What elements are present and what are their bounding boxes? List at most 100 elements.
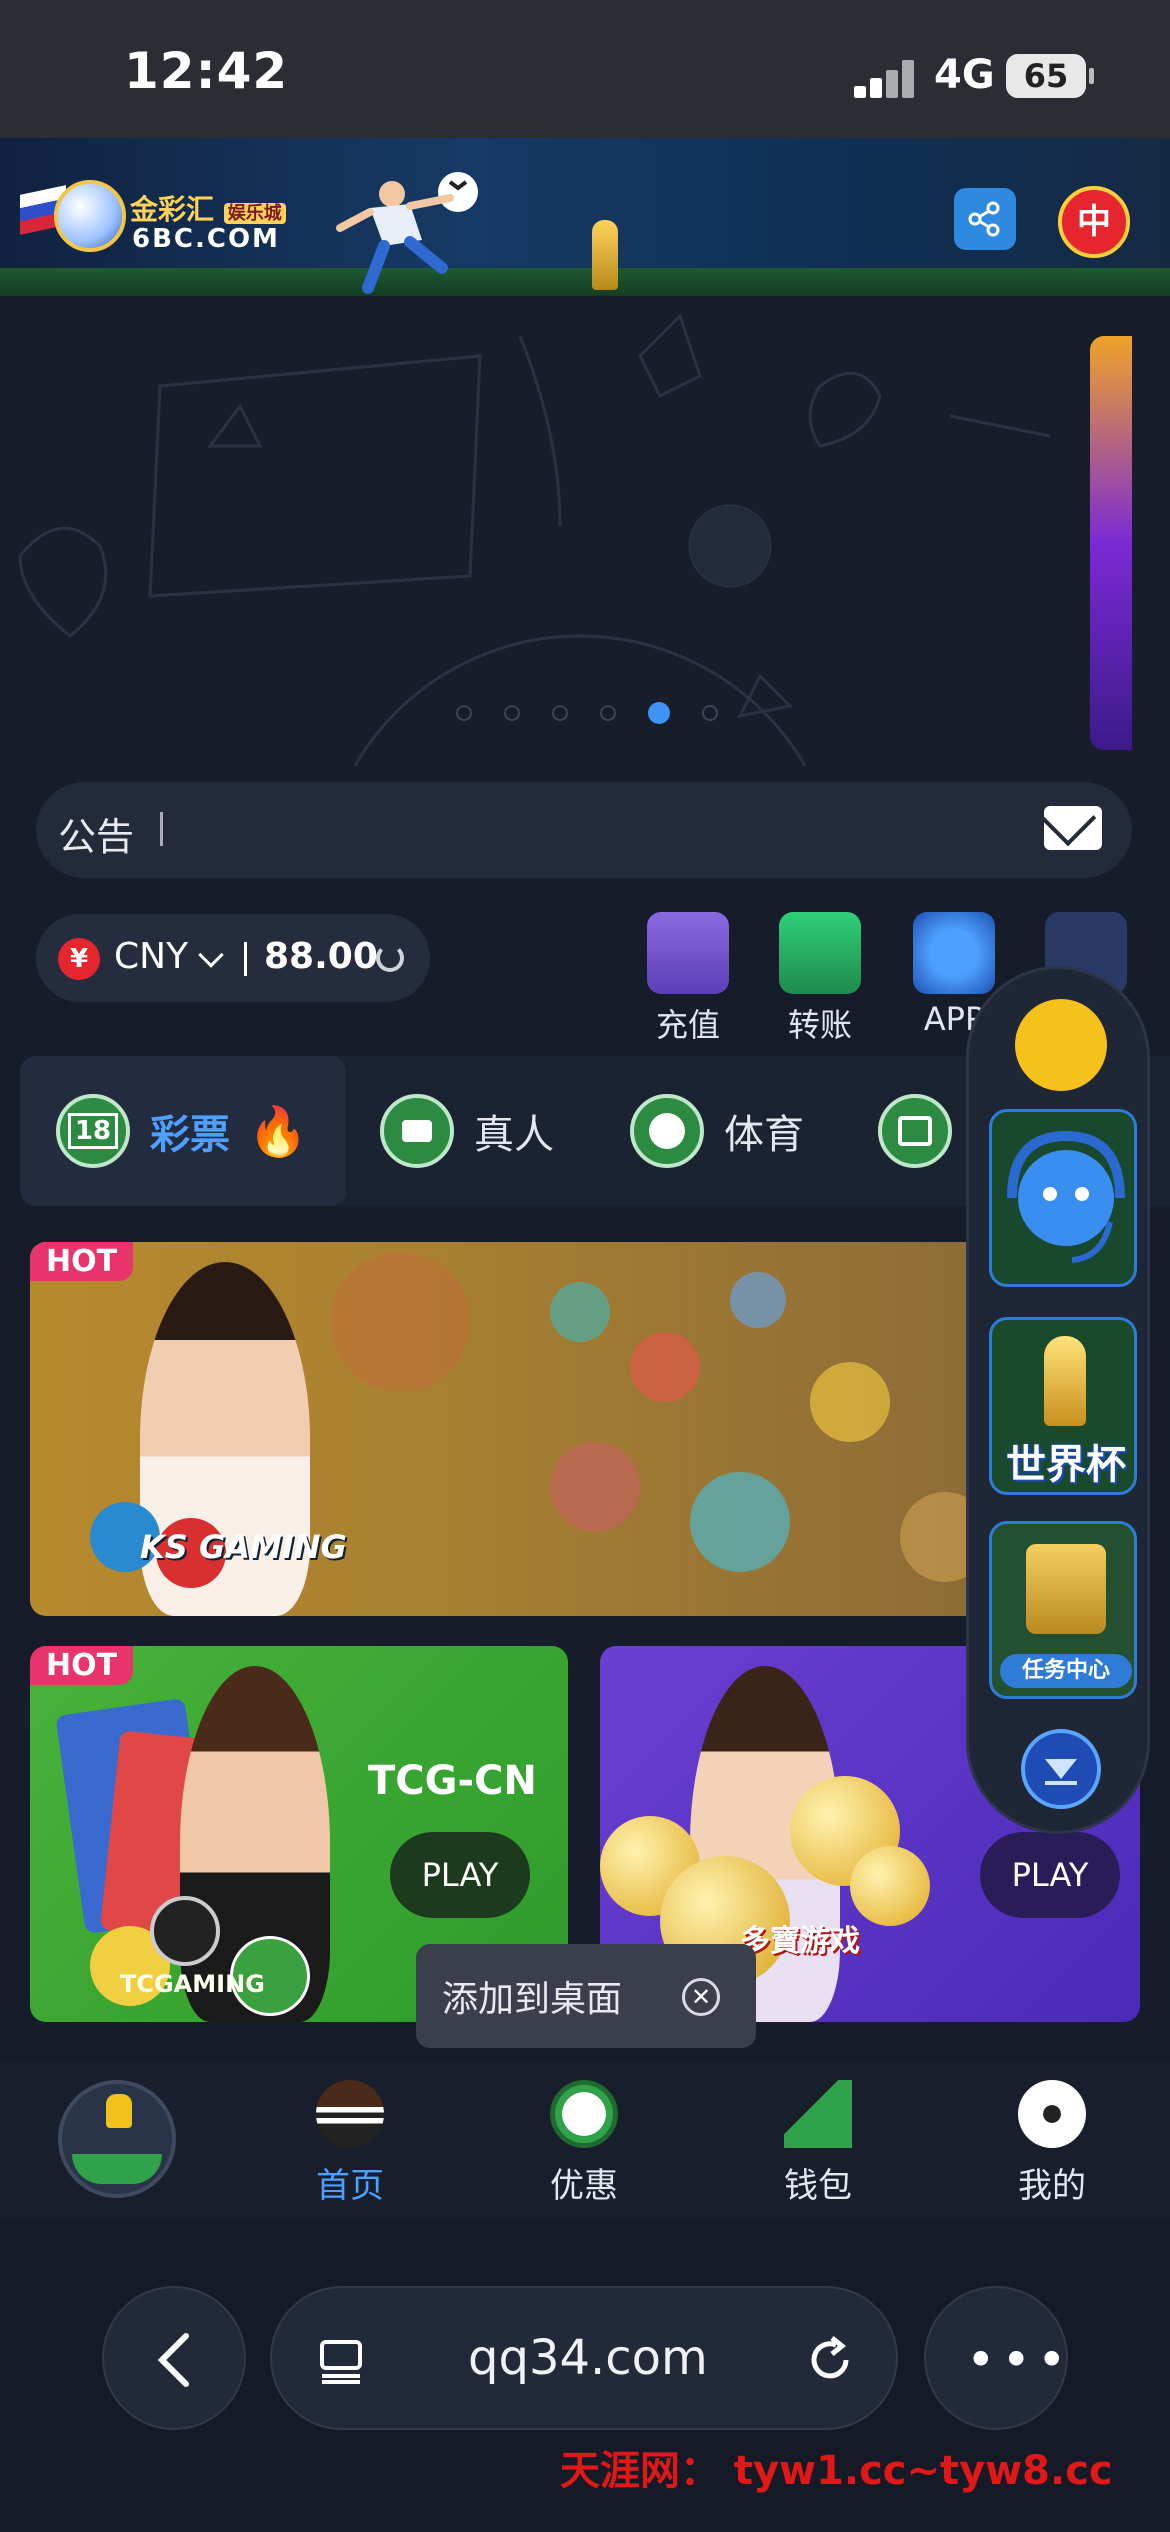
football-player-illustration <box>336 172 478 294</box>
sports-pattern-background <box>18 313 1051 766</box>
add-to-homescreen-toast[interactable]: 添加到桌面 ✕ <box>416 1944 756 2048</box>
hot-badge: HOT <box>30 1242 134 1281</box>
hot-badge: HOT <box>30 1646 134 1685</box>
yen-icon: ¥ <box>58 938 100 980</box>
referee-icon <box>316 2080 384 2148</box>
announcement-bar[interactable]: 公告 <box>36 782 1132 878</box>
logo-icon[interactable] <box>54 180 126 252</box>
carousel-dot[interactable] <box>702 705 718 721</box>
balance-pill[interactable]: ¥ CNY 88.00 <box>36 914 430 1002</box>
nav-label: 优惠 <box>550 2166 618 2206</box>
collapse-arrow-icon[interactable] <box>1021 1729 1101 1809</box>
logo-title: 金彩汇 娱乐城 <box>130 188 286 228</box>
app-screen: 12:42 4G 65 金彩汇 娱乐城 6BC.COM 中 公告 ¥ CNY 8… <box>0 0 1170 2532</box>
site-header: 金彩汇 娱乐城 6BC.COM 中 <box>0 138 1170 296</box>
arcade-icon <box>878 1094 952 1168</box>
transfer-button[interactable]: 转账 <box>770 912 870 1046</box>
game-card-ks-lottery[interactable]: HOT KS GAMING <box>30 1242 1030 1616</box>
gift-icon <box>1026 1544 1106 1634</box>
currency-selector[interactable]: CNY <box>114 936 188 977</box>
announcement-label: 公告 <box>58 815 135 859</box>
promo-carousel[interactable] <box>0 296 1170 766</box>
trophy-icon <box>1044 1336 1086 1426</box>
task-center-button[interactable]: 任务中心 <box>989 1521 1137 1699</box>
nav-label: 钱包 <box>784 2166 852 2206</box>
carousel-dots[interactable] <box>456 702 718 724</box>
address-bar[interactable]: qq34.com <box>270 2286 898 2430</box>
bottom-navigation: 首页 优惠 钱包 我的 <box>0 2060 1170 2220</box>
corner-flag-icon <box>784 2080 852 2148</box>
wallet-icon <box>647 912 729 994</box>
language-button[interactable]: 中 <box>1058 186 1130 258</box>
signal-icon <box>854 58 914 98</box>
divider <box>160 812 163 846</box>
more-button[interactable]: ••• <box>924 2286 1068 2430</box>
floating-side-panel: 世界杯 任务中心 <box>966 966 1150 1834</box>
tab-lottery[interactable]: 18 彩票 🔥 <box>20 1056 346 1206</box>
tab-label: 体育 <box>724 1112 804 1158</box>
tab-live-casino[interactable]: 真人 <box>380 1056 600 1206</box>
podium-icon[interactable] <box>58 2080 176 2198</box>
headset-icon <box>1007 1130 1125 1263</box>
nav-promotions[interactable]: 优惠 <box>514 2080 654 2207</box>
carousel-dot[interactable] <box>600 705 616 721</box>
close-icon[interactable]: ✕ <box>682 1978 720 2016</box>
fire-icon: 🔥 <box>248 1103 308 1160</box>
customer-service-button[interactable] <box>989 1109 1137 1287</box>
world-cup-label: 世界杯 <box>1006 1442 1126 1488</box>
status-bar: 12:42 4G 65 <box>0 0 1170 138</box>
deposit-button[interactable]: 充值 <box>638 912 738 1046</box>
lottery-icon: 18 <box>56 1094 130 1168</box>
tab-label: 真人 <box>474 1112 554 1158</box>
carousel-dot-active[interactable] <box>648 702 670 724</box>
battery-level: 65 <box>1006 54 1094 98</box>
balance-amount: 88.00 <box>264 936 378 977</box>
camera-icon <box>380 1094 454 1168</box>
next-slide-peek[interactable] <box>1090 336 1132 750</box>
chevron-down-icon[interactable] <box>198 942 224 968</box>
game-name: TCG-CN <box>368 1758 537 1804</box>
share-icon <box>968 201 1000 237</box>
pitch-strip <box>0 268 1170 296</box>
nav-wallet[interactable]: 钱包 <box>748 2080 888 2207</box>
status-time: 12:42 <box>124 42 289 100</box>
deposit-label: 充值 <box>655 1006 720 1044</box>
carousel-dot[interactable] <box>552 705 568 721</box>
trophy-icon <box>592 220 618 290</box>
nav-label: 我的 <box>1018 2166 1086 2206</box>
chevron-left-icon <box>157 2333 189 2387</box>
share-button[interactable] <box>954 188 1016 250</box>
play-button[interactable]: PLAY <box>390 1832 530 1918</box>
carousel-dot[interactable] <box>504 705 520 721</box>
stopwatch-icon <box>550 2080 618 2148</box>
play-button[interactable]: PLAY <box>980 1832 1120 1918</box>
soccer-ball-icon <box>1018 2080 1086 2148</box>
task-center-label: 任务中心 <box>1000 1654 1132 1688</box>
world-cup-button[interactable]: 世界杯 <box>989 1317 1137 1495</box>
reload-icon[interactable] <box>802 2332 858 2388</box>
reader-icon <box>320 2340 362 2384</box>
more-icon: ••• <box>966 2331 1073 2389</box>
transfer-icon <box>779 912 861 994</box>
toast-text: 添加到桌面 <box>442 1979 623 2020</box>
download-icon <box>913 912 995 994</box>
carousel-dot[interactable] <box>456 705 472 721</box>
nav-label: 首页 <box>316 2166 384 2206</box>
settings-sun-icon[interactable] <box>1015 999 1107 1091</box>
soccer-ball-icon <box>630 1094 704 1168</box>
logo-domain: 6BC.COM <box>132 224 280 254</box>
provider-logo-tcg: TCGAMING <box>120 1970 265 1998</box>
watermark-text: 天涯网： tyw1.cc~tyw8.cc <box>560 2448 1113 2494</box>
mail-icon[interactable] <box>1044 806 1102 850</box>
tab-label: 彩票 <box>150 1112 230 1158</box>
network-type: 4G <box>934 52 995 98</box>
nav-home[interactable]: 首页 <box>280 2080 420 2207</box>
url-text: qq34.com <box>468 2330 708 2386</box>
back-button[interactable] <box>102 2286 246 2430</box>
tab-sports[interactable]: 体育 <box>630 1056 850 1206</box>
provider-logo-ks: KS GAMING <box>140 1528 347 1566</box>
refresh-icon[interactable] <box>376 944 404 972</box>
provider-logo-db: 多寶游戏 <box>740 1924 860 1959</box>
transfer-label: 转账 <box>787 1006 852 1044</box>
nav-profile[interactable]: 我的 <box>982 2080 1122 2207</box>
